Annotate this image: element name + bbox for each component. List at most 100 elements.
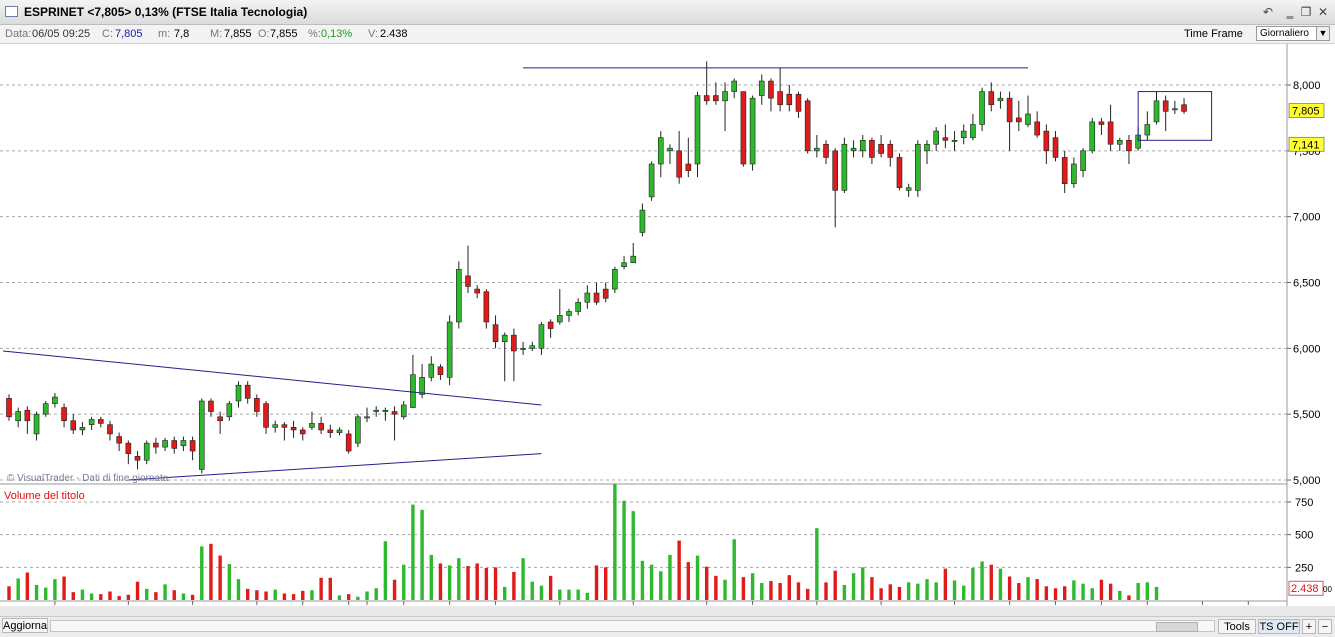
candle-body <box>254 398 260 412</box>
candle-body <box>1107 121 1114 145</box>
minimize-icon[interactable]: ‗ <box>1283 5 1297 19</box>
candle-body <box>979 91 985 125</box>
volume-tick-label: 750 <box>1295 497 1313 509</box>
volume-bar <box>503 586 507 600</box>
volume-bar <box>16 578 20 600</box>
tools-button[interactable]: Tools <box>1218 619 1256 634</box>
candle-body <box>189 440 196 452</box>
volume-bar <box>135 581 140 600</box>
volume-bar <box>631 511 635 600</box>
price-tick-label: 8,000 <box>1293 80 1321 92</box>
chart-scrollbar[interactable] <box>50 620 1215 632</box>
candle-body <box>107 424 113 435</box>
zoom-out-button[interactable]: − <box>1318 619 1332 634</box>
volume-bar <box>218 555 222 600</box>
dropdown-arrow-icon[interactable]: ▼ <box>1316 27 1329 40</box>
zoom-in-button[interactable]: + <box>1302 619 1316 634</box>
candle-body <box>419 376 425 395</box>
candle-body <box>456 269 462 323</box>
candle-body <box>896 157 903 188</box>
candle-body <box>446 321 453 378</box>
volume-bar <box>548 575 553 600</box>
candle-body <box>345 433 352 452</box>
volume-bar <box>475 563 479 600</box>
candle-body <box>556 315 563 323</box>
candle-body <box>758 80 765 96</box>
volume-bar <box>539 585 544 600</box>
volume-bar <box>236 579 241 600</box>
close-icon[interactable]: ✕ <box>1316 5 1330 19</box>
pct-label: %: <box>308 28 321 40</box>
candle-body <box>474 288 480 294</box>
chart-area[interactable]: 8,000 7,500 7,000 6,500 6,000 5,500 5,000 750 50… <box>0 44 1335 606</box>
back-arrow-icon[interactable]: ↶ <box>1261 5 1275 19</box>
candle-body <box>703 95 710 102</box>
candle-body <box>777 91 783 106</box>
volume-bar <box>604 567 608 600</box>
volume-bar <box>916 583 920 600</box>
volume-bar <box>245 588 250 600</box>
volume-bar <box>906 582 911 600</box>
candle-body <box>410 374 416 408</box>
aggiorna-button[interactable]: Aggiorna <box>2 618 48 633</box>
candle-body <box>960 130 967 138</box>
candle-body <box>327 429 334 433</box>
volume-bar <box>805 588 810 600</box>
pct-value: 0,13% <box>321 28 353 40</box>
candle-body <box>850 147 857 152</box>
candle-body <box>391 411 398 415</box>
volume-bar <box>686 562 691 600</box>
candle-body <box>208 400 214 412</box>
candle-body <box>52 396 58 404</box>
candle-body <box>602 288 609 299</box>
candle-body <box>281 424 288 428</box>
volume-bar <box>769 581 773 600</box>
window-title: ESPRINET <7,805> 0,13% (FTSE Italia Tecn… <box>24 5 308 19</box>
chart-app-icon <box>5 6 18 17</box>
candle-body <box>171 440 178 449</box>
volume-bar <box>668 554 672 600</box>
candle-body <box>731 80 738 92</box>
volume-bar <box>411 504 415 600</box>
candle-body <box>529 345 536 349</box>
volume-bar <box>172 590 176 600</box>
volume-bar <box>392 579 397 600</box>
volume-bar <box>998 568 1003 600</box>
volume-bar <box>622 500 626 600</box>
volume-bar <box>576 589 580 600</box>
volume-bar <box>34 584 39 600</box>
candle-body <box>116 436 122 444</box>
copyright-label: © VisualTrader - Dati di fine giornata <box>7 473 169 484</box>
max-value: 7,855 <box>224 28 252 40</box>
window-titlebar: ESPRINET <7,805> 0,13% (FTSE Italia Tecn… <box>0 0 1335 25</box>
volume-bar <box>741 577 746 600</box>
candle-body <box>33 413 40 435</box>
candle-body <box>24 409 31 422</box>
ts-off-button[interactable]: TS OFF <box>1258 619 1300 634</box>
candle-body <box>1006 97 1013 123</box>
volume-bar <box>89 593 94 600</box>
restore-icon[interactable]: ❐ <box>1299 5 1313 19</box>
volume-bar <box>778 583 782 600</box>
candle-body <box>1052 137 1059 158</box>
timeframe-select[interactable]: Giornaliero ▼ <box>1256 26 1330 41</box>
candle-body <box>88 419 95 425</box>
candle-body <box>465 275 471 287</box>
candle-body <box>70 420 77 431</box>
volume-bar <box>356 596 360 600</box>
price-tick-label: 6,500 <box>1293 278 1321 290</box>
price-volume-chart[interactable]: 8,0007,5007,0006,5006,0005,5005,00075050… <box>0 44 1335 606</box>
candle-body <box>887 143 894 158</box>
volume-bar <box>704 566 709 600</box>
volume-bar <box>1136 583 1140 600</box>
candle-body <box>244 384 251 399</box>
volume-bar <box>291 594 296 600</box>
candle-body <box>428 363 435 378</box>
candle-body <box>437 366 444 375</box>
price-tick-label: 7,000 <box>1293 212 1321 224</box>
candle-body <box>162 440 168 448</box>
volume-bar <box>1053 588 1058 600</box>
scrollbar-thumb[interactable] <box>1156 622 1198 632</box>
volume-bar <box>1118 590 1122 600</box>
candle-body <box>915 143 921 191</box>
